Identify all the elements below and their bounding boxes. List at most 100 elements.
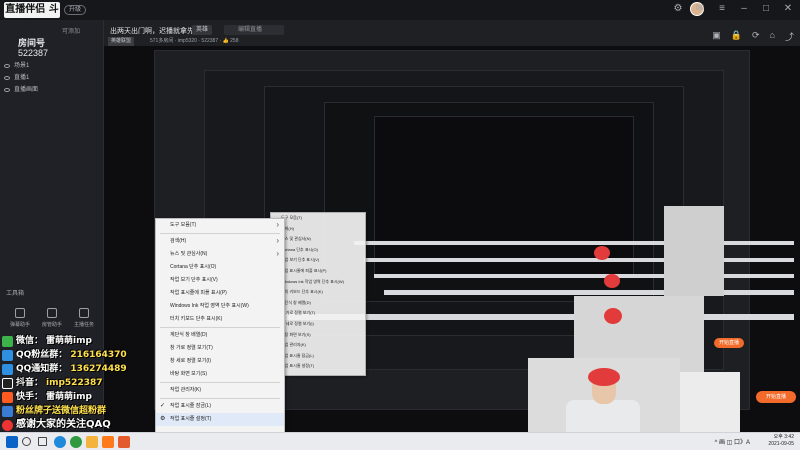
menu-item-label: 계단식 창 배열(D) [281, 299, 311, 305]
overlay-fan-badge: 粉丝牌子送微信超粉群 [2, 404, 127, 418]
badge-icon [2, 405, 13, 417]
menu-item[interactable]: Windows Ink 작업 영역 단추 표시(W) [156, 300, 284, 313]
scene-item[interactable]: 直播画面 [4, 84, 38, 96]
share-icon[interactable]: ⤴ [785, 30, 794, 43]
sync-icon[interactable]: ⟳ [752, 30, 760, 43]
menu-item-label: Windows Ink 작업 영역 단추 표시(W) [281, 278, 344, 284]
edit-stream-input[interactable]: 编辑直播 [224, 25, 284, 35]
chrome-icon[interactable] [70, 436, 82, 448]
menu-item[interactable]: Cortana 단추 표시(O) [156, 261, 284, 274]
menu-item[interactable]: 작업 보기 단추 표시(V) [271, 255, 365, 266]
close-icon[interactable]: ✕ [782, 3, 794, 15]
menu-item-label: 창 가로 정렬 보기(T) [281, 310, 316, 316]
edge-icon[interactable] [54, 436, 66, 448]
menu-item-label: 작업 관리자(K) [170, 387, 202, 393]
stream-info-bar: 出两天出门啊，迟播就拿先播 英雄 编辑直播 英雄联盟 571多房间 · imp5… [104, 20, 800, 46]
menu-item[interactable]: 바탕 화면 보기(S) [271, 330, 365, 341]
menu-item[interactable]: 계단식 창 배열(D) [271, 298, 365, 309]
menu-item[interactable]: ⚙ 작업 표시줄 설정(T) [156, 413, 284, 426]
menu-item[interactable]: 도구 모음(T) [156, 219, 284, 232]
menu-item[interactable]: 창 세로 정렬 보기(I) [271, 319, 365, 330]
clock-time: 오후 3:42 [773, 434, 794, 440]
menu-item[interactable]: 도구 모음(T) [271, 213, 365, 224]
clock[interactable]: 오후 3:42 2021-09-05 [768, 434, 794, 448]
menu-item[interactable]: 뉴스 및 관심사(N) [156, 248, 284, 261]
overlay-thanks: 感谢大家的关注QAQ [2, 418, 127, 432]
mail-icon[interactable]: ✉ [694, 3, 706, 15]
start-stream-button[interactable]: 开始直播 [756, 391, 796, 403]
clock-date: 2021-09-05 [768, 441, 794, 447]
minimize-icon[interactable]: – [738, 3, 750, 15]
webcam-head [604, 308, 622, 324]
eye-icon[interactable] [4, 88, 10, 92]
lock-icon[interactable]: 🔒 [731, 30, 742, 43]
app-icon[interactable] [118, 436, 130, 448]
start-icon[interactable] [6, 436, 18, 448]
menu-icon[interactable]: ≡ [716, 3, 728, 15]
menu-item[interactable]: 작업 표시줄에 피플 표시(P) [156, 287, 284, 300]
tool-task[interactable]: 主播任务 [74, 308, 94, 328]
category-badge[interactable]: 英雄 [192, 25, 213, 35]
menu-item[interactable]: Windows Ink 작업 영역 단추 표시(W) [271, 277, 365, 288]
scene-item[interactable]: 场景1 [4, 60, 38, 72]
tool-manage[interactable]: 房管助手 [42, 308, 62, 328]
menu-item[interactable]: 검색(H) [156, 235, 284, 248]
eye-icon[interactable] [4, 76, 10, 80]
menu-item[interactable]: 계단식 창 배열(D) [156, 329, 284, 342]
overlay-qq-fans: QQ粉丝群： 216164370 [2, 348, 127, 362]
settings-icon[interactable]: ⚙ [672, 3, 684, 15]
stream-overlay: 微信： 雷萌萌imp QQ粉丝群： 216164370 QQ通知群： 13627448… [2, 334, 127, 432]
kuaishou-icon [2, 391, 13, 403]
screen-icon[interactable]: ▣ [712, 30, 721, 43]
home-icon[interactable]: ⌂ [770, 30, 775, 43]
menu-item[interactable]: 뉴스 및 관심사(N) [271, 234, 365, 245]
webcam-head [604, 274, 620, 288]
stream-title[interactable]: 出两天出门啊，迟播就拿先播 [110, 26, 201, 36]
subcategory-badge[interactable]: 英雄联盟 [108, 37, 135, 46]
tunnel-stripe [364, 258, 794, 262]
explorer-icon[interactable] [86, 436, 98, 448]
scene-item[interactable]: 直播1 [4, 72, 38, 84]
menu-item[interactable]: 작업 관리자(K) [156, 384, 284, 397]
windows-taskbar: ^ 画 ◫ 口》A 오후 3:42 2021-09-05 [0, 432, 800, 450]
menu-item[interactable]: ✓ 작업 표시줄 잠금(L) [156, 400, 284, 413]
menu-item[interactable]: 작업 표시줄 설정(T) [271, 361, 365, 372]
webcam-frame [664, 206, 724, 296]
eye-icon[interactable] [4, 64, 10, 68]
maximize-icon[interactable]: □ [760, 3, 772, 15]
overlay-qq-notice: QQ通知群： 136274489 [2, 362, 127, 376]
menu-item[interactable]: 터치 키보드 단추 표시(K) [156, 313, 284, 326]
menu-item[interactable]: 창 가로 정렬 보기(T) [271, 308, 365, 319]
menu-item-label: 계단식 창 배열(D) [170, 332, 208, 338]
system-tray[interactable]: ^ 画 ◫ 口》A [715, 437, 751, 446]
taskview-icon[interactable] [38, 437, 47, 446]
menu-item[interactable]: 창 세로 정렬 보기(I) [156, 355, 284, 368]
menu-item[interactable]: 바탕 화면 보기(S) [156, 368, 284, 381]
task-icon [78, 308, 89, 318]
menu-item[interactable]: 작업 보기 단추 표시(V) [156, 274, 284, 287]
tools-label: 工具箱 [6, 291, 25, 297]
menu-item-label: Windows Ink 작업 영역 단추 표시(W) [170, 303, 249, 309]
tunnel-stripe [374, 274, 794, 278]
menu-item[interactable]: 작업 관리자(K) [271, 340, 365, 351]
scene-add-label[interactable]: 可添加 [62, 26, 80, 35]
menu-item[interactable]: Cortana 단추 표시(O) [271, 245, 365, 256]
menu-item[interactable]: 작업 표시줄에 피플 표시(P) [271, 266, 365, 277]
menu-item-label: 뉴스 및 관심사(N) [170, 251, 208, 257]
overlay-wechat: 微信： 雷萌萌imp [2, 334, 127, 348]
manage-icon [46, 308, 57, 318]
menu-item[interactable]: 터치 키보드 단추 표시(K) [271, 287, 365, 298]
menu-item[interactable]: 검색(H) [271, 224, 365, 235]
menu-item[interactable]: 창 가로 정렬 보기(T) [156, 342, 284, 355]
tunnel-stripe [354, 241, 794, 245]
menu-item-label: 터치 키보드 단추 표시(K) [281, 289, 323, 295]
upgrade-badge[interactable]: 升级 [64, 5, 87, 15]
top-icons: ▣ 🔒 ⟳ ⌂ ⤴ [712, 30, 794, 43]
menu-item[interactable]: 작업 표시줄 잠금(L) [271, 351, 365, 362]
menu-item-label: 창 세로 정렬 보기(I) [170, 358, 212, 364]
search-icon[interactable] [22, 437, 31, 446]
menu-item-label: 작업 표시줄 잠금(L) [170, 403, 212, 409]
menu-item-label: Cortana 단추 표시(O) [170, 264, 217, 270]
douyu-icon[interactable] [102, 436, 114, 448]
tool-chat[interactable]: 弹幕助手 [10, 308, 30, 328]
